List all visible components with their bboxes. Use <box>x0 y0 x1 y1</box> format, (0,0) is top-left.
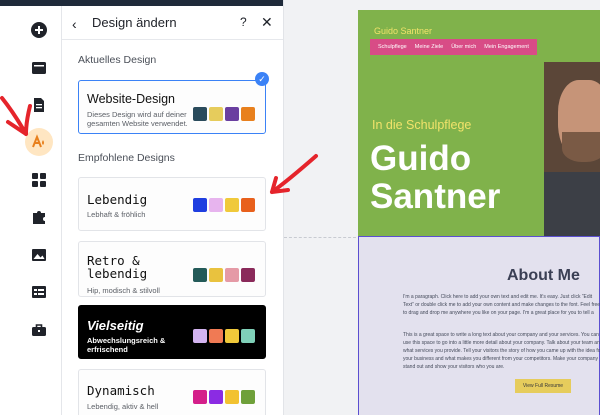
color-swatches <box>193 198 255 212</box>
hero-section[interactable]: Guido Santner Schulpflege Meine Ziele Üb… <box>358 10 600 236</box>
design-card-vielseitig[interactable]: Vielseitig Abwechslungsreich & erfrische… <box>78 305 266 359</box>
design-card-dynamisch[interactable]: Dynamisch Lebendig, aktiv & hell <box>78 369 266 415</box>
site-preview[interactable]: Guido Santner Schulpflege Meine Ziele Üb… <box>358 10 600 415</box>
hero-name-line2: Santner <box>370 177 501 216</box>
hero-name-line1: Guido <box>370 139 472 178</box>
color-swatches <box>193 390 255 404</box>
design-card-lebendig[interactable]: Lebendig Lebhaft & fröhlich <box>78 177 266 231</box>
current-design-card[interactable]: Website-Design Dieses Design wird auf de… <box>78 80 266 134</box>
card-subtitle: Abwechslungsreich & erfrischend <box>87 336 166 354</box>
menu-item[interactable]: Mein Engagement <box>480 44 533 50</box>
color-swatch <box>193 268 207 282</box>
site-logo[interactable]: Guido Santner <box>374 26 432 36</box>
card-title: Retro & lebendig <box>87 253 148 281</box>
color-swatch <box>209 268 223 282</box>
pages-icon[interactable] <box>25 54 53 82</box>
color-swatch <box>241 390 255 404</box>
recommended-heading: Empfohlene Designs <box>78 152 175 164</box>
design-icon[interactable] <box>25 128 53 156</box>
color-swatch <box>193 107 207 121</box>
table-icon[interactable] <box>25 278 53 306</box>
card-title: Vielseitig <box>87 318 144 333</box>
card-title: Website-Design <box>87 92 176 106</box>
menu-item[interactable]: Meine Ziele <box>411 44 447 50</box>
color-swatch <box>241 268 255 282</box>
color-swatch <box>193 198 207 212</box>
color-swatch <box>225 107 239 121</box>
document-icon[interactable] <box>25 91 53 119</box>
help-icon[interactable]: ? <box>240 15 247 29</box>
about-title[interactable]: About Me <box>507 267 580 285</box>
close-icon[interactable]: ✕ <box>261 14 273 31</box>
puzzle-icon[interactable] <box>25 203 53 231</box>
hero-kicker[interactable]: In die Schulpflege <box>372 118 471 132</box>
top-bar-edge <box>0 0 62 6</box>
color-swatch <box>225 198 239 212</box>
color-swatch <box>225 268 239 282</box>
apps-icon[interactable] <box>25 166 53 194</box>
card-subtitle: Lebhaft & fröhlich <box>87 210 146 219</box>
briefcase-icon[interactable] <box>25 316 53 344</box>
site-menu[interactable]: Schulpflege Meine Ziele Über mich Mein E… <box>370 39 537 55</box>
design-panel: ‹ Design ändern ? ✕ Aktuelles Design Web… <box>62 0 284 415</box>
color-swatch <box>225 329 239 343</box>
section-guide-line <box>284 237 356 238</box>
card-title: Lebendig <box>87 192 148 207</box>
portrait-photo[interactable] <box>544 62 600 236</box>
color-swatch <box>209 198 223 212</box>
about-paragraph-1[interactable]: I'm a paragraph. Click here to add your … <box>403 293 600 317</box>
add-icon[interactable] <box>25 16 53 44</box>
panel-title: Design ändern <box>92 15 177 30</box>
menu-item[interactable]: Schulpflege <box>374 44 411 50</box>
current-design-heading: Aktuelles Design <box>78 54 157 66</box>
menu-item[interactable]: Über mich <box>447 44 480 50</box>
design-card-retro[interactable]: Retro & lebendig Hip, modisch & stilvoll <box>78 241 266 297</box>
card-subtitle: Dieses Design wird auf deiner gesamten W… <box>87 110 188 128</box>
color-swatches <box>193 329 255 343</box>
photo-beard <box>562 132 600 162</box>
color-swatches <box>193 268 255 282</box>
color-swatch <box>241 329 255 343</box>
editor-window: ‹ Design ändern ? ✕ Aktuelles Design Web… <box>0 0 600 415</box>
color-swatch <box>241 198 255 212</box>
about-paragraph-2[interactable]: This is a great space to write a long te… <box>403 331 600 371</box>
hero-name[interactable]: Guido Santner <box>370 140 500 216</box>
color-swatches <box>193 107 255 121</box>
card-title: Dynamisch <box>87 383 155 398</box>
color-swatch <box>209 107 223 121</box>
panel-header: ‹ Design ändern ? ✕ <box>62 6 283 40</box>
editor-canvas: Guido Santner Schulpflege Meine Ziele Üb… <box>284 0 600 415</box>
back-icon[interactable]: ‹ <box>72 16 77 32</box>
color-swatch <box>241 107 255 121</box>
color-swatch <box>193 390 207 404</box>
left-toolbar <box>0 0 62 415</box>
selected-check-icon: ✓ <box>255 72 269 86</box>
color-swatch <box>193 329 207 343</box>
color-swatch <box>209 329 223 343</box>
color-swatch <box>225 390 239 404</box>
card-subtitle: Lebendig, aktiv & hell <box>87 402 159 411</box>
view-resume-button[interactable]: View Full Resume <box>515 379 571 393</box>
photo-shirt <box>544 172 600 236</box>
color-swatch <box>209 390 223 404</box>
about-section[interactable]: About Me I'm a paragraph. Click here to … <box>358 236 600 415</box>
card-subtitle: Hip, modisch & stilvoll <box>87 286 160 295</box>
image-icon[interactable] <box>25 241 53 269</box>
